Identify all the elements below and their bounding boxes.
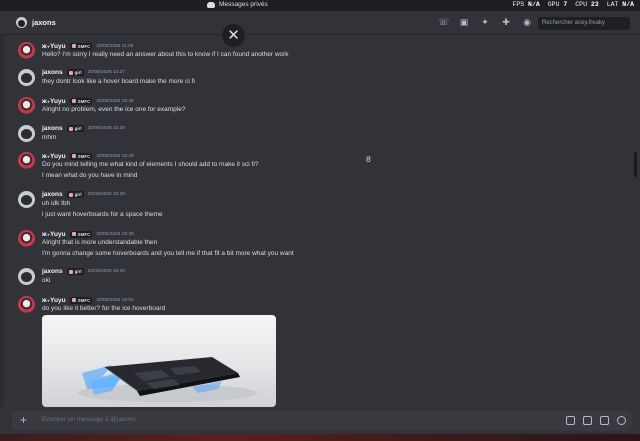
message-text: i just want hoverboards for a space them… xyxy=(42,211,163,218)
author-name[interactable]: jaxons xyxy=(42,69,63,76)
message-text: mhm xyxy=(42,134,57,141)
server-tag[interactable]: SMFC xyxy=(69,296,93,304)
window-title: Messages privés xyxy=(207,1,268,8)
message-composer: + Envoyer un message à @jaxons xyxy=(12,410,632,431)
add-user-icon[interactable]: ✚ xyxy=(501,17,511,27)
timestamp: 20/05/2026 15:38 xyxy=(96,98,134,104)
timestamp: 20/05/2026 15:39 xyxy=(96,153,134,159)
timestamp: 20/05/2026 15:40 xyxy=(87,269,125,274)
timestamp: 20/05/2026 10:37 xyxy=(87,70,125,75)
composer-toolbar xyxy=(566,416,626,425)
message-text: uh idk tbh xyxy=(42,200,71,207)
avatar[interactable] xyxy=(18,152,35,169)
discord-logo-icon xyxy=(207,1,215,8)
search-input[interactable]: Rechercher acey.freaky xyxy=(538,17,630,30)
server-tag[interactable]: SMFC xyxy=(69,152,93,160)
timestamp: 20/05/2026 15:38 xyxy=(87,126,125,131)
message-text: they dontr look like a hover board make … xyxy=(42,78,195,85)
tag-icon xyxy=(68,70,73,75)
author-name[interactable]: ж₊Yuyu xyxy=(42,296,66,304)
server-tag[interactable]: SMFC xyxy=(69,97,93,105)
message-text: I mean what do you have in mind xyxy=(42,172,138,179)
avatar[interactable] xyxy=(18,69,35,86)
gift-icon[interactable] xyxy=(566,416,575,425)
avatar[interactable] xyxy=(18,230,35,247)
message-text: oki xyxy=(42,277,51,284)
performance-overlay: FPS N/A GPU 7 CPU 23 LAT N/A xyxy=(512,1,634,8)
sticker-icon[interactable] xyxy=(600,416,609,425)
author-name[interactable]: jaxons xyxy=(42,268,63,275)
image-attachment[interactable] xyxy=(42,315,276,407)
tag-icon xyxy=(71,298,76,302)
author-name[interactable]: ж₊Yuyu xyxy=(42,42,66,50)
close-icon[interactable]: ✕ xyxy=(222,24,245,47)
avatar[interactable] xyxy=(18,191,35,208)
text-cursor-icon: Ȣ xyxy=(366,155,371,164)
pin-icon[interactable]: ✦ xyxy=(480,17,490,27)
tag-icon xyxy=(68,126,73,131)
server-tag[interactable]: SMFC xyxy=(69,230,93,238)
tag-icon xyxy=(68,269,73,274)
hoverboard-render-image xyxy=(77,357,257,402)
avatar[interactable] xyxy=(18,97,35,114)
plus-icon[interactable]: + xyxy=(20,413,27,427)
timestamp: 20/05/2026 15:39 xyxy=(96,231,134,237)
phone-icon[interactable]: ☏ xyxy=(438,17,449,27)
message-text: I'm gonna change some hoverboards and yo… xyxy=(42,250,294,257)
server-tag[interactable]: girl xyxy=(66,69,84,76)
message-text: Do you mind telling me what kind of elem… xyxy=(42,161,259,168)
author-name[interactable]: ж₊Yuyu xyxy=(42,152,66,160)
tag-icon xyxy=(71,232,76,236)
avatar[interactable] xyxy=(18,296,35,313)
author-name[interactable]: jaxons xyxy=(42,191,63,198)
author-name[interactable]: ж₊Yuyu xyxy=(42,97,66,105)
message-text: Alright that is more understandable then xyxy=(42,239,158,246)
avatar[interactable] xyxy=(18,268,35,285)
message-input[interactable]: Envoyer un message à @jaxons xyxy=(42,416,136,423)
video-camera-icon[interactable]: ▣ xyxy=(459,17,469,27)
title-bar: Messages privés FPS N/A GPU 7 CPU 23 LAT… xyxy=(0,0,640,11)
avatar[interactable] xyxy=(18,42,35,59)
author-name[interactable]: jaxons xyxy=(42,125,63,132)
message-text: Hello? I'm sorry I really need an answer… xyxy=(42,51,289,58)
composer-area: + Envoyer un message à @jaxons xyxy=(0,407,640,434)
tag-icon xyxy=(71,154,76,158)
tag-icon xyxy=(71,99,76,103)
author-name[interactable]: ж₊Yuyu xyxy=(42,230,66,238)
message-text: do you like it better? for the ice hover… xyxy=(42,305,166,312)
channel-name[interactable]: jaxons xyxy=(32,18,56,27)
header-toolbar: ☏ ▣ ✦ ✚ ◉ xyxy=(438,17,532,27)
timestamp: 20/05/2026 11:05 xyxy=(96,43,134,49)
server-tag[interactable]: girl xyxy=(66,268,84,275)
message-text: Alright no problem, even the ice one for… xyxy=(42,106,186,113)
scrollbar-thumb[interactable] xyxy=(634,152,637,177)
taskbar-strip xyxy=(0,434,640,441)
sidebar-edge xyxy=(0,35,4,407)
tag-icon xyxy=(68,192,73,197)
server-tag[interactable]: SMFC xyxy=(69,42,93,50)
emoji-icon[interactable] xyxy=(617,416,626,425)
tag-icon xyxy=(71,44,76,48)
avatar[interactable] xyxy=(18,125,35,142)
user-profile-icon[interactable]: ◉ xyxy=(522,17,532,27)
channel-header: jaxons ☏ ▣ ✦ ✚ ◉ Rechercher acey.freaky xyxy=(0,11,640,35)
server-tag[interactable]: girl xyxy=(66,191,84,198)
server-tag[interactable]: girl xyxy=(66,125,84,132)
gif-icon[interactable] xyxy=(583,416,592,425)
timestamp: 20/05/2026 15:39 xyxy=(87,192,125,197)
header-avatar[interactable] xyxy=(16,17,27,28)
timestamp: 20/05/2026 16:03 xyxy=(96,297,134,303)
